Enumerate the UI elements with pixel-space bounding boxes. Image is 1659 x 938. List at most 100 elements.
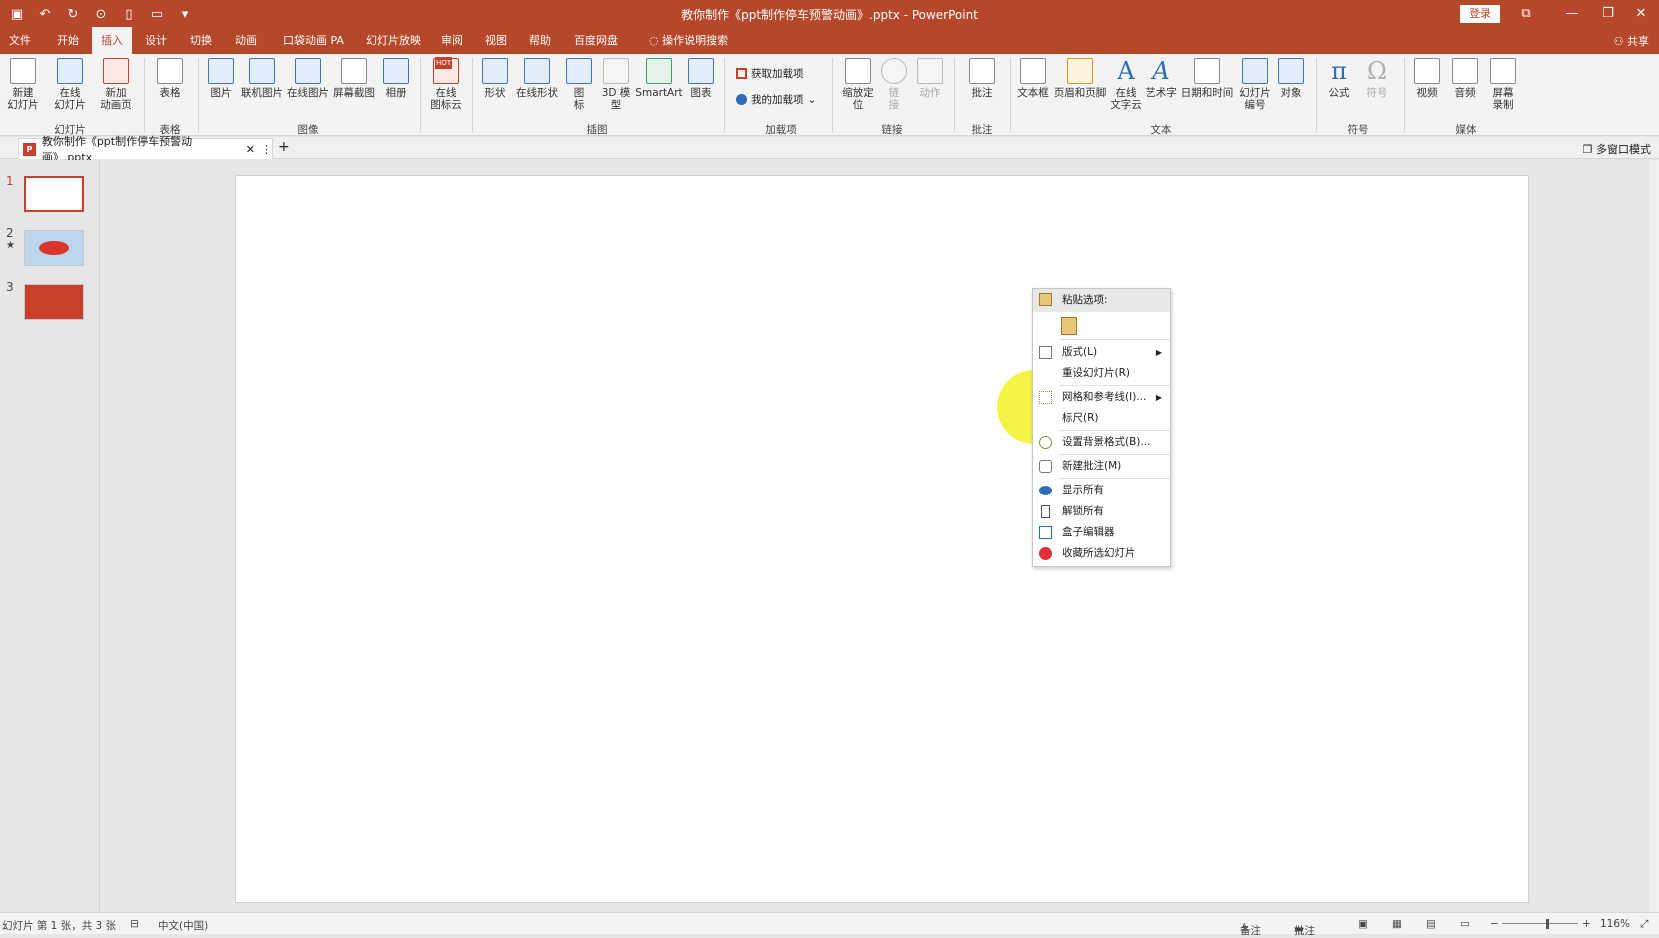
vertical-scrollbar[interactable] — [1649, 160, 1659, 912]
menu-item-unlock-all[interactable]: 解锁所有 — [1033, 501, 1170, 522]
multi-window-button[interactable]: ❐ 多窗口模式 — [1583, 141, 1651, 157]
zoom-in-icon[interactable]: + — [1582, 918, 1591, 930]
textbox-label: 文本框 — [1017, 87, 1049, 99]
group-divider — [954, 58, 955, 132]
comment-icon — [969, 58, 995, 84]
screenshot-button[interactable]: 屏幕截图 — [332, 58, 376, 99]
paste-keep-format-icon[interactable] — [1061, 317, 1077, 335]
zoom-slider-thumb[interactable] — [1546, 919, 1549, 929]
slide-thumbnail-3[interactable] — [24, 284, 84, 320]
online-shapes-button[interactable]: 在线形状 — [514, 58, 560, 99]
tab-insert[interactable]: 插入 — [92, 27, 132, 54]
share-button[interactable]: ⚇ 共享 — [1614, 33, 1649, 49]
table-button[interactable]: 表格 — [150, 58, 190, 99]
link-button[interactable]: 链 接 — [880, 58, 908, 111]
clipboard-icon — [1039, 293, 1052, 306]
header-footer-button[interactable]: 页眉和页脚 — [1052, 58, 1108, 99]
icons-icon — [566, 58, 592, 84]
smartart-button[interactable]: SmartArt — [634, 58, 684, 99]
video-button[interactable]: 视频 — [1410, 58, 1444, 99]
icon-cloud-button[interactable]: HOT 在线 图标云 — [426, 57, 466, 111]
slide-number-button[interactable]: 幻灯片 编号 — [1236, 58, 1274, 111]
menu-item-label: 重设幻灯片(R) — [1062, 367, 1130, 379]
tab-animations[interactable]: 动画 — [226, 27, 266, 54]
online-image-button[interactable]: 在线图片 — [286, 58, 330, 99]
screen-record-button[interactable]: 屏幕 录制 — [1484, 58, 1522, 111]
login-button[interactable]: 登录 — [1460, 5, 1500, 23]
menu-item-layout[interactable]: 版式(L) ▶ — [1033, 342, 1170, 363]
new-anim-page-button[interactable]: 新加 动画页 — [94, 58, 138, 111]
tab-review[interactable]: 审阅 — [432, 27, 472, 54]
menu-item-format-background[interactable]: 设置背景格式(B)... — [1033, 432, 1170, 453]
album-button[interactable]: 相册 — [378, 58, 414, 99]
comments-label: 批注 — [1294, 925, 1315, 937]
normal-view-icon[interactable]: ▣ — [1358, 918, 1368, 930]
picture-button[interactable]: 图片 — [204, 58, 238, 99]
slide-sorter-icon[interactable]: ▦ — [1392, 918, 1402, 930]
tab-baidu-netdisk[interactable]: 百度网盘 — [565, 27, 627, 54]
tab-transitions[interactable]: 切换 — [181, 27, 221, 54]
chart-button[interactable]: 图表 — [686, 58, 716, 99]
heart-icon — [1039, 547, 1052, 560]
slide-canvas[interactable] — [235, 175, 1529, 903]
zoom-level[interactable]: 116% — [1600, 918, 1630, 930]
tell-me-search[interactable]: ◌ 操作说明搜索 — [640, 27, 737, 54]
chart-label: 图表 — [690, 87, 712, 99]
menu-item-show-all[interactable]: 显示所有 — [1033, 480, 1170, 501]
document-tab[interactable]: P 教你制作《ppt制作停车预警动画》.pptx ✕ ⋮ — [18, 135, 273, 164]
tab-slideshow[interactable]: 幻灯片放映 — [357, 27, 430, 54]
slide-thumbnail-1[interactable] — [24, 176, 84, 212]
symbol-button[interactable]: Ω 符号 — [1360, 58, 1394, 99]
add-tab-icon[interactable]: + — [278, 139, 290, 155]
tab-view[interactable]: 视图 — [476, 27, 516, 54]
tab-help[interactable]: 帮助 — [520, 27, 560, 54]
tab-home[interactable]: 开始 — [48, 27, 88, 54]
zoom-button[interactable]: 缩放定 位 — [838, 58, 878, 111]
multi-window-icon: ❐ — [1582, 143, 1596, 156]
object-button[interactable]: 对象 — [1276, 58, 1306, 99]
online-picture-button[interactable]: 联机图片 — [240, 58, 284, 99]
wordart-button[interactable]: A 艺术字 — [1144, 58, 1178, 99]
my-addins-button[interactable]: 我的加载项 ⌄ — [736, 92, 816, 107]
language-indicator[interactable]: 中文(中国) — [158, 918, 208, 933]
reading-view-icon[interactable]: ▤ — [1426, 918, 1436, 930]
slide-thumbnail-2[interactable] — [24, 230, 84, 266]
tab-pocket-animation[interactable]: 口袋动画 PA — [274, 27, 353, 54]
close-icon[interactable]: ✕ — [1618, 0, 1659, 27]
tab-design[interactable]: 设计 — [136, 27, 176, 54]
zoom-out-icon[interactable]: − — [1490, 918, 1499, 930]
3d-model-button[interactable]: 3D 模 型 — [598, 58, 634, 111]
tell-me-label: 操作说明搜索 — [662, 34, 729, 47]
slideshow-icon[interactable]: ▭ — [1460, 918, 1470, 930]
shapes-button[interactable]: 形状 — [478, 58, 512, 99]
menu-item-reset-slide[interactable]: 重设幻灯片(R) — [1033, 363, 1170, 384]
menu-item-ruler[interactable]: 标尺(R) — [1033, 408, 1170, 429]
word-cloud-button[interactable]: A 在线 文字云 — [1108, 58, 1144, 111]
close-tab-icon[interactable]: ✕ — [246, 143, 255, 156]
equation-button[interactable]: π 公式 — [1322, 58, 1356, 99]
online-image-label: 在线图片 — [287, 87, 329, 99]
action-button[interactable]: 动作 — [912, 58, 948, 99]
new-slide-button[interactable]: 新建 幻灯片 — [4, 58, 42, 111]
zoom-slider[interactable] — [1502, 923, 1578, 924]
eye-icon — [1039, 486, 1052, 495]
datetime-button[interactable]: 日期和时间 — [1180, 58, 1234, 99]
tab-more-icon[interactable]: ⋮ — [261, 143, 272, 156]
album-icon — [383, 58, 409, 84]
audio-button[interactable]: 音频 — [1448, 58, 1482, 99]
tab-file[interactable]: 文件 — [0, 27, 40, 54]
menu-item-favorite-slides[interactable]: 收藏所选幻灯片 — [1033, 543, 1170, 564]
textbox-button[interactable]: 文本框 — [1014, 58, 1052, 99]
get-addins-button[interactable]: 获取加载项 — [736, 66, 804, 81]
menu-item-box-editor[interactable]: 盒子编辑器 — [1033, 522, 1170, 543]
accessibility-icon[interactable]: ⊟ — [130, 918, 139, 930]
powerpoint-file-icon: P — [23, 142, 36, 156]
menu-item-label: 标尺(R) — [1062, 412, 1099, 424]
icons-button[interactable]: 图 标 — [564, 58, 594, 111]
menu-item-new-comment[interactable]: 新建批注(M) — [1033, 456, 1170, 477]
online-slide-button[interactable]: 在线 幻灯片 — [48, 58, 92, 111]
ribbon-display-icon[interactable]: ⧉ — [1503, 0, 1549, 27]
fit-slide-icon[interactable]: ⤢ — [1640, 918, 1648, 931]
menu-item-grid-guides[interactable]: 网格和参考线(I)... ▶ — [1033, 387, 1170, 408]
comment-button[interactable]: 批注 — [960, 58, 1004, 99]
